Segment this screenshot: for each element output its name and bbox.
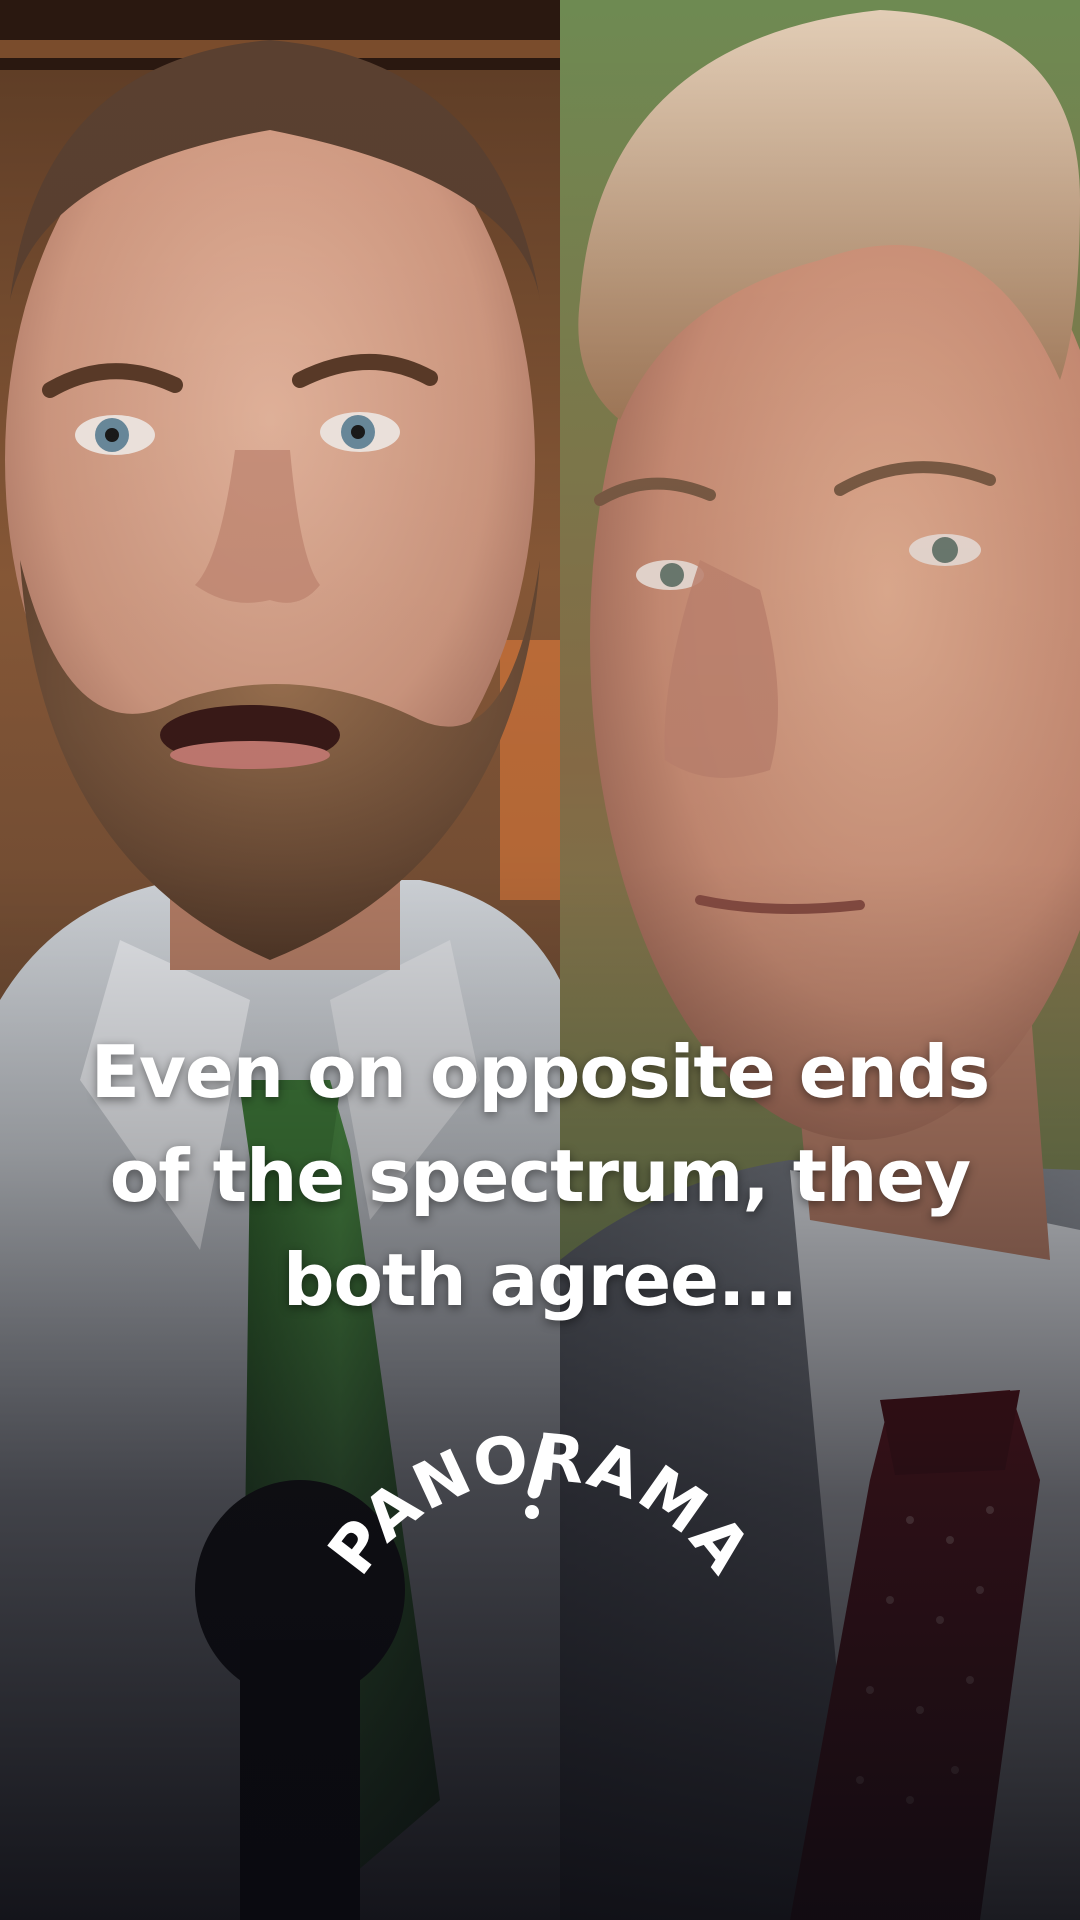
headline-caption: Even on opposite ends of the spectrum, t… xyxy=(90,1030,990,1322)
panorama-logo: PANORAMA xyxy=(315,1430,763,1589)
split-image-card: Even on opposite ends of the spectrum, t… xyxy=(0,0,1080,1920)
logo-exclamation-dot xyxy=(525,1505,539,1519)
